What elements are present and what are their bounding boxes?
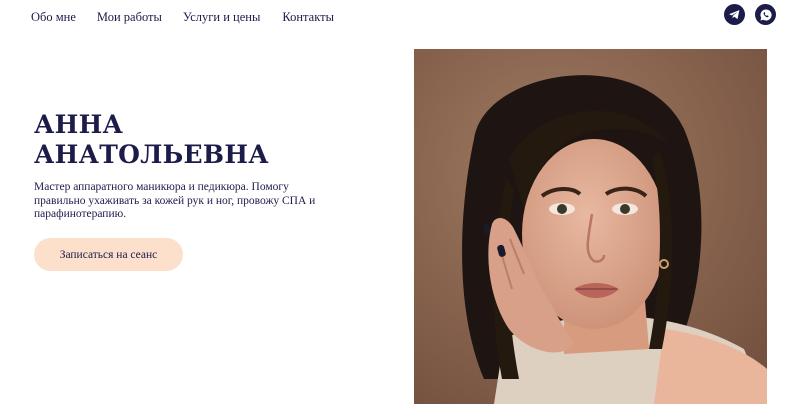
hero-description: Мастер аппаратного маникюра и педикюра. …: [34, 181, 316, 220]
nav-item-works[interactable]: Мои работы: [97, 10, 162, 25]
telegram-icon[interactable]: [724, 4, 745, 25]
portrait-photo: [414, 49, 767, 404]
hero-title-line1: АННА: [34, 110, 124, 139]
social-links: [724, 4, 776, 25]
main-nav: Обо мне Мои работы Услуги и цены Контакт…: [31, 10, 334, 25]
book-session-button[interactable]: Записаться на сеанс: [34, 238, 183, 271]
nav-item-services[interactable]: Услуги и цены: [183, 10, 260, 25]
portrait-illustration: [414, 49, 767, 404]
nav-item-about[interactable]: Обо мне: [31, 10, 76, 25]
nav-item-contacts[interactable]: Контакты: [282, 10, 334, 25]
hero-title: АННА АНАТОЛЬЕВНА: [34, 110, 269, 170]
hero-title-line2: АНАТОЛЬЕВНА: [34, 140, 269, 169]
whatsapp-icon[interactable]: [755, 4, 776, 25]
